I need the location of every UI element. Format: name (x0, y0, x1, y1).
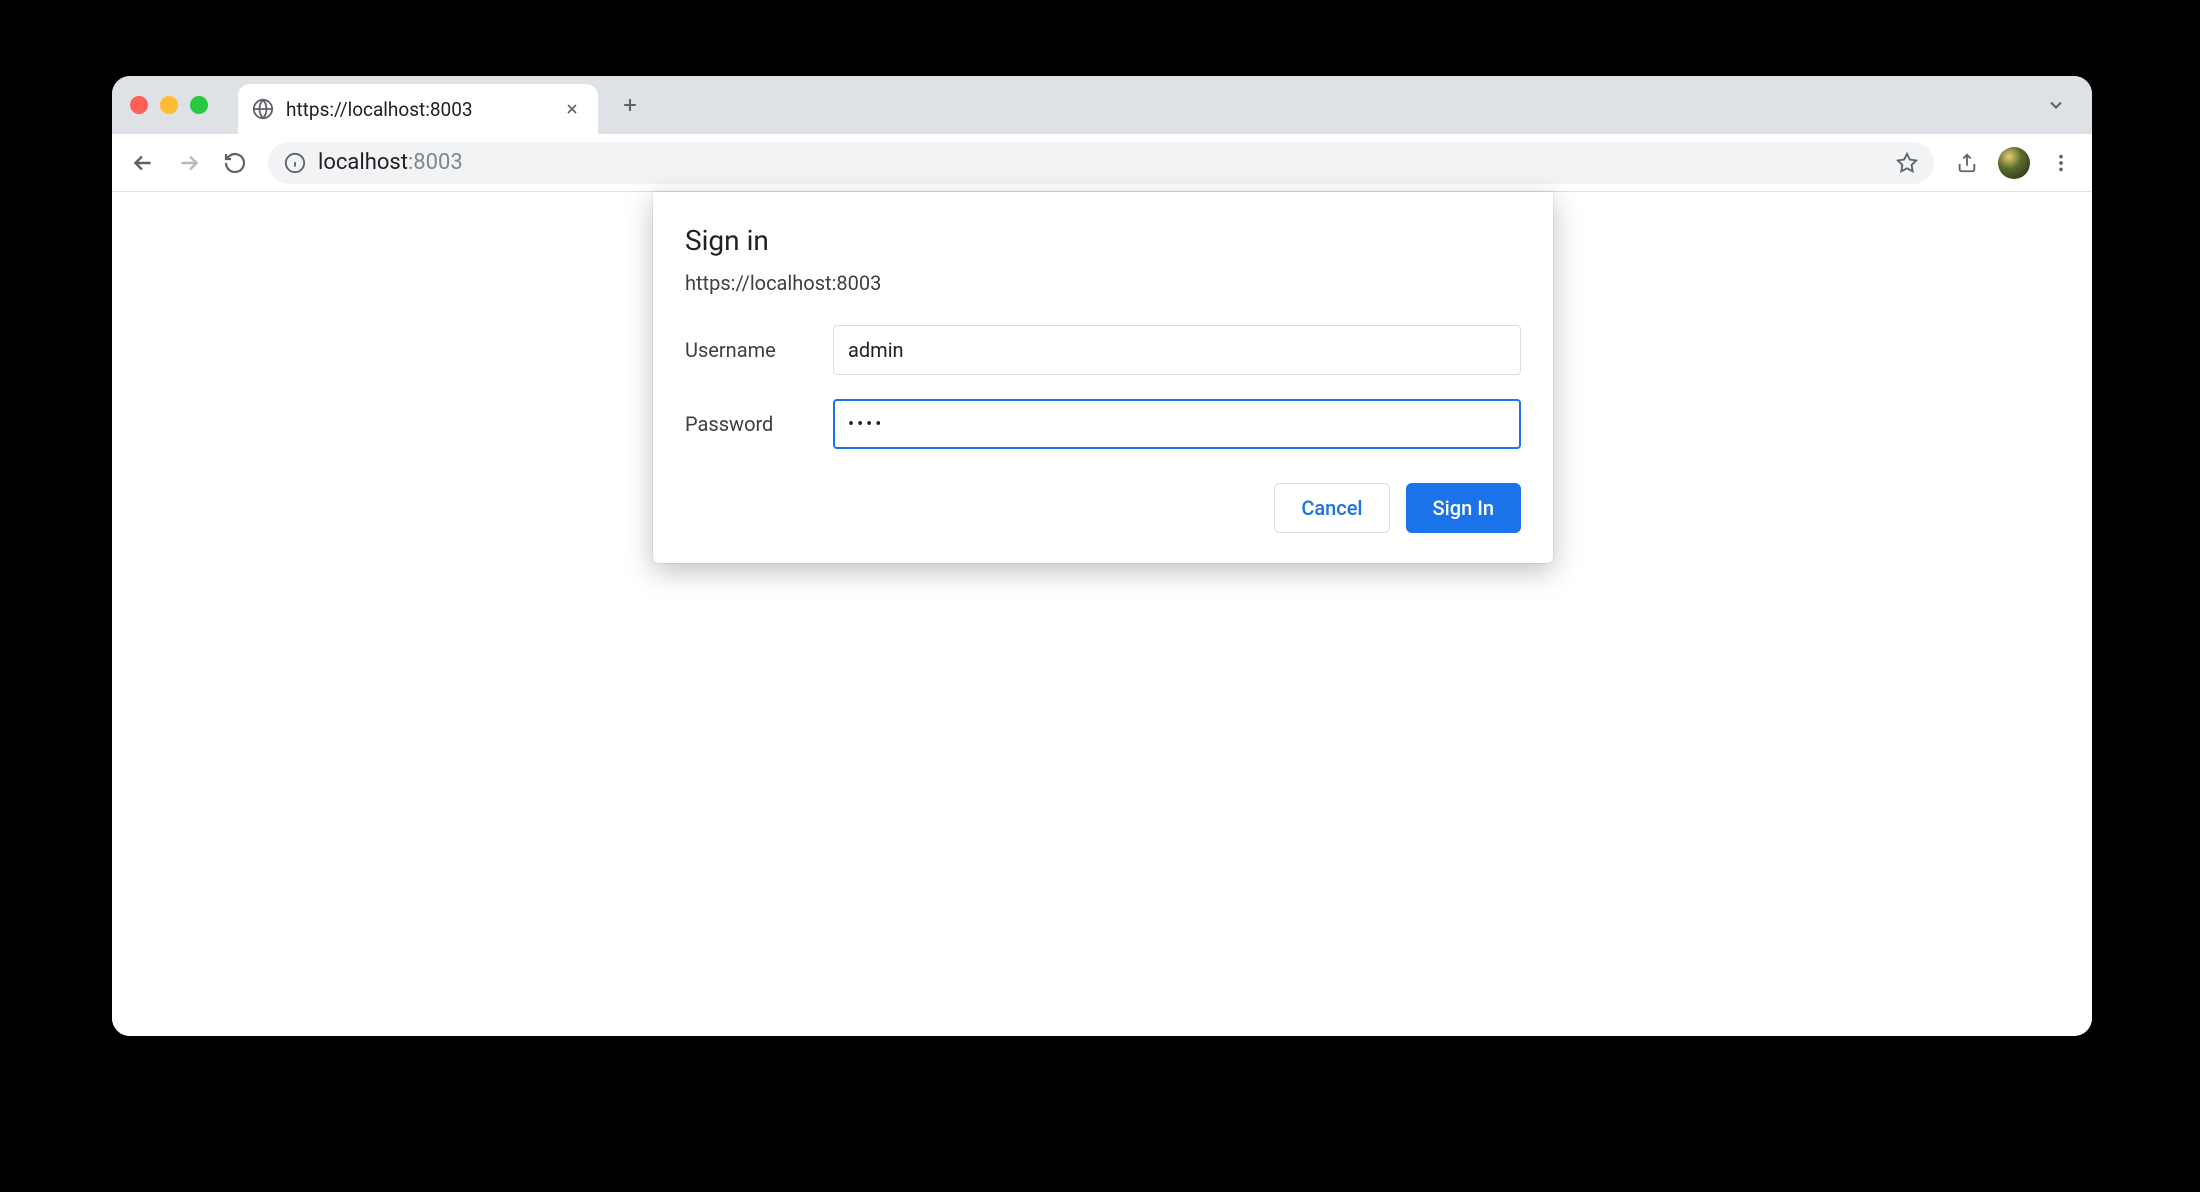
password-label: Password (685, 412, 833, 436)
reload-button[interactable] (214, 142, 256, 184)
globe-icon (252, 98, 274, 120)
username-label: Username (685, 338, 833, 362)
close-tab-icon[interactable] (560, 97, 584, 121)
username-row: Username (685, 325, 1521, 375)
cancel-button-label: Cancel (1301, 496, 1362, 520)
sign-in-button[interactable]: Sign In (1406, 483, 1521, 533)
username-input[interactable] (833, 325, 1521, 375)
sign-in-button-label: Sign In (1433, 496, 1494, 520)
page-content: Sign in https://localhost:8003 Username … (112, 192, 2092, 1036)
browser-window: https://localhost:8003 (112, 76, 2092, 1036)
toolbar: localhost:8003 (112, 134, 2092, 192)
password-row: Password (685, 399, 1521, 449)
cancel-button[interactable]: Cancel (1274, 483, 1389, 533)
dialog-buttons: Cancel Sign In (685, 483, 1521, 533)
dialog-origin: https://localhost:8003 (685, 271, 1521, 295)
share-button[interactable] (1946, 142, 1988, 184)
forward-button[interactable] (168, 142, 210, 184)
tab-title: https://localhost:8003 (286, 98, 548, 121)
tab-overflow-button[interactable] (2036, 76, 2076, 134)
window-minimize-button[interactable] (160, 96, 178, 114)
browser-tab[interactable]: https://localhost:8003 (238, 84, 598, 134)
url-host: localhost (318, 150, 408, 175)
http-auth-dialog: Sign in https://localhost:8003 Username … (653, 192, 1553, 563)
back-button[interactable] (122, 142, 164, 184)
new-tab-button[interactable] (610, 85, 650, 125)
url-port: :8003 (408, 150, 463, 175)
url-text: localhost:8003 (318, 150, 463, 175)
window-zoom-button[interactable] (190, 96, 208, 114)
bookmark-star-icon[interactable] (1896, 152, 1918, 174)
address-bar[interactable]: localhost:8003 (268, 142, 1934, 184)
dialog-title: Sign in (685, 224, 1521, 257)
window-close-button[interactable] (130, 96, 148, 114)
menu-button[interactable] (2040, 142, 2082, 184)
tab-strip: https://localhost:8003 (112, 76, 2092, 134)
password-input[interactable] (833, 399, 1521, 449)
window-controls (130, 96, 208, 114)
profile-avatar[interactable] (1998, 147, 2030, 179)
site-info-icon[interactable] (284, 152, 306, 174)
